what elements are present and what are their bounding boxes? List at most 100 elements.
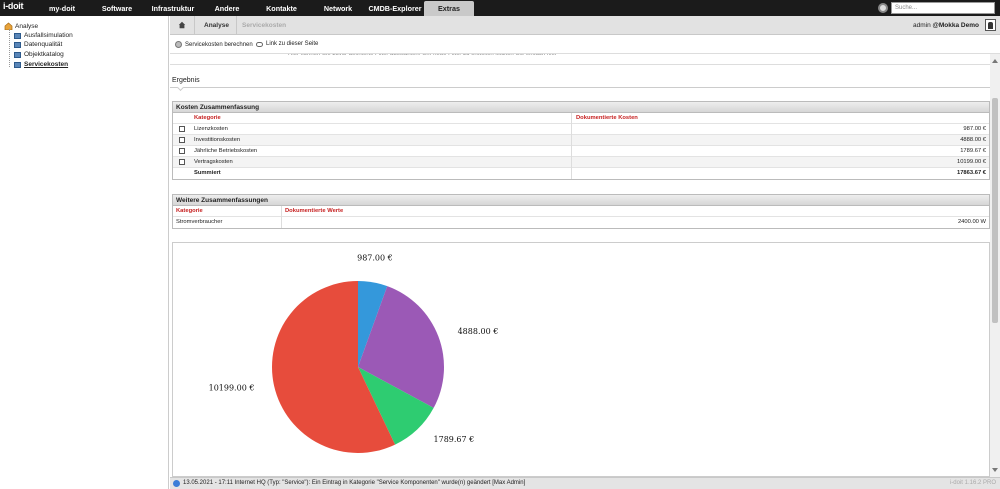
breadcrumb-separator [236,16,237,35]
tree-item-servicekosten[interactable]: Servicekosten [14,61,68,68]
cost-category: Lizenzkosten [194,126,228,132]
nav-network[interactable]: Network [310,0,366,16]
further-category: Stromverbraucher [176,219,223,225]
main-content: Hier können Sie zuvor definierte Filter … [170,54,990,477]
breadcrumb-separator [194,16,195,35]
pie-slice-label: 987.00 € [357,253,393,262]
breadcrumb-analyse[interactable]: Analyse [204,22,229,29]
cost-value: 1789.67 € [960,148,986,154]
scrollbar-thumb[interactable] [992,98,998,323]
nav-my-doit[interactable]: my-doit [35,0,89,16]
filter-hint-text: Hier können Sie zuvor definierte Filter … [288,54,557,57]
link-icon [256,41,263,47]
header-kategorie[interactable]: Kategorie [194,113,221,123]
tree-item-datenqualitaet[interactable]: Datenqualität [14,41,62,48]
column-separator [571,146,572,157]
page-link-label: Link zu dieser Seite [266,41,319,47]
column-separator [571,124,572,135]
tree-item-label: Objektkatalog [24,51,64,58]
nav-extras[interactable]: Extras [424,1,474,16]
table-row: Investitionskosten 4888.00 € [173,135,989,146]
cost-category: Investitionskosten [194,137,241,143]
status-message: 13.05.2021 - 17:11 Internet HQ (Typ: "Se… [183,480,526,486]
divider [170,64,990,65]
cost-summary-panel: Kosten Zusammenfassung Kategorie Dokumen… [172,101,990,180]
tab-notch [176,83,185,92]
tab-underline [170,87,990,88]
pie-slice-label: 4888.00 € [458,327,499,336]
nav-kontakte[interactable]: Kontakte [253,0,310,16]
row-checkbox[interactable] [179,159,185,165]
column-separator [281,206,282,217]
search-input[interactable]: Suche... [891,2,995,14]
version-label: i-doit 1.16.2 PRO [949,480,996,486]
cost-category: Jährliche Betriebskosten [194,148,258,154]
total-row: Summiert 17863.67 € [173,168,989,179]
table-row: Jährliche Betriebskosten 1789.67 € [173,146,989,157]
scroll-up-arrow-icon[interactable] [992,59,998,63]
tree-item-ausfallsimulation[interactable]: Ausfallsimulation [14,32,73,39]
nav-infrastruktur[interactable]: Infrastruktur [145,0,201,16]
nav-cmdb-explorer[interactable]: CMDB-Explorer [366,0,424,16]
tree-item-label: Servicekosten [24,61,69,68]
avatar[interactable] [985,19,996,31]
calculate-costs-button[interactable]: Servicekosten berechnen [175,41,253,48]
header-dokumentierte-kosten[interactable]: Dokumentierte Kosten [576,113,638,123]
row-checkbox[interactable] [179,126,185,132]
monitor-icon [14,32,21,39]
table-row: Lizenzkosten 987.00 € [173,124,989,135]
further-value: 2400.00 W [957,219,986,225]
tree-item-label: Datenqualität [24,41,63,48]
monitor-icon [14,61,21,68]
idoit-logo[interactable]: i-doit [2,1,24,15]
table-row: Stromverbraucher 2400.00 W [173,217,989,228]
further-table-header: Kategorie Dokumentierte Werte [173,206,989,217]
cost-value: 987.00 € [963,126,986,132]
tree-branch-line [9,29,10,67]
cost-category: Vertragskosten [194,159,233,165]
column-separator [571,113,572,124]
user-info[interactable]: admin @Mokka Demo [913,22,979,29]
breadcrumb: Analyse Servicekosten admin @Mokka Demo [170,16,1000,35]
info-icon [173,480,180,487]
navigation-tree: Analyse Ausfallsimulation Datenqualität … [0,16,169,489]
calculate-costs-label: Servicekosten berechnen [185,41,253,48]
page-link-button[interactable]: Link zu dieser Seite [256,41,318,47]
table-row: Vertragskosten 10199.00 € [173,157,989,168]
monitor-icon [14,51,21,58]
row-checkbox[interactable] [179,148,185,154]
header-kategorie[interactable]: Kategorie [176,206,203,216]
user-tenant: @Mokka Demo [932,22,979,29]
column-separator [571,135,572,146]
settings-gear-icon[interactable] [878,3,888,13]
tree-item-objektkatalog[interactable]: Objektkatalog [14,51,64,58]
breadcrumb-servicekosten: Servicekosten [242,22,287,29]
nav-software[interactable]: Software [89,0,145,16]
nav-andere[interactable]: Andere [201,0,253,16]
header-dokumentierte-werte[interactable]: Dokumentierte Werte [285,206,343,216]
tree-item-label: Ausfallsimulation [24,32,73,39]
home-icon[interactable] [178,21,186,29]
further-summary-panel: Weitere Zusammenfassungen Kategorie Doku… [172,194,990,229]
logo-text: i-doit [3,1,24,11]
cost-value: 4888.00 € [960,137,986,143]
scroll-down-arrow-icon[interactable] [992,468,998,472]
cost-pie-chart: 987.00 € 4888.00 € 1789.67 € 10199.00 € [209,253,499,453]
user-name: admin [913,22,931,29]
status-bar: 13.05.2021 - 17:11 Internet HQ (Typ: "Se… [170,477,1000,489]
total-value: 17863.67 € [956,170,986,176]
column-separator [281,217,282,228]
tree-root-label: Analyse [15,22,39,30]
total-label: Summiert [194,170,221,176]
column-separator [571,157,572,168]
pie-slice-label: 1789.67 € [434,435,475,444]
cost-summary-title: Kosten Zusammenfassung [173,102,989,113]
vertical-scrollbar[interactable] [990,54,1000,477]
cost-table-header: Kategorie Dokumentierte Kosten [173,113,989,124]
pie-slice-label: 10199.00 € [209,384,255,393]
row-checkbox[interactable] [179,137,185,143]
tab-ergebnis[interactable]: Ergebnis [172,77,200,84]
action-toolbar: Servicekosten berechnen Link zu dieser S… [170,36,1000,54]
gear-icon [175,41,182,48]
top-navigation: i-doit my-doit Software Infrastruktur An… [0,0,1000,16]
